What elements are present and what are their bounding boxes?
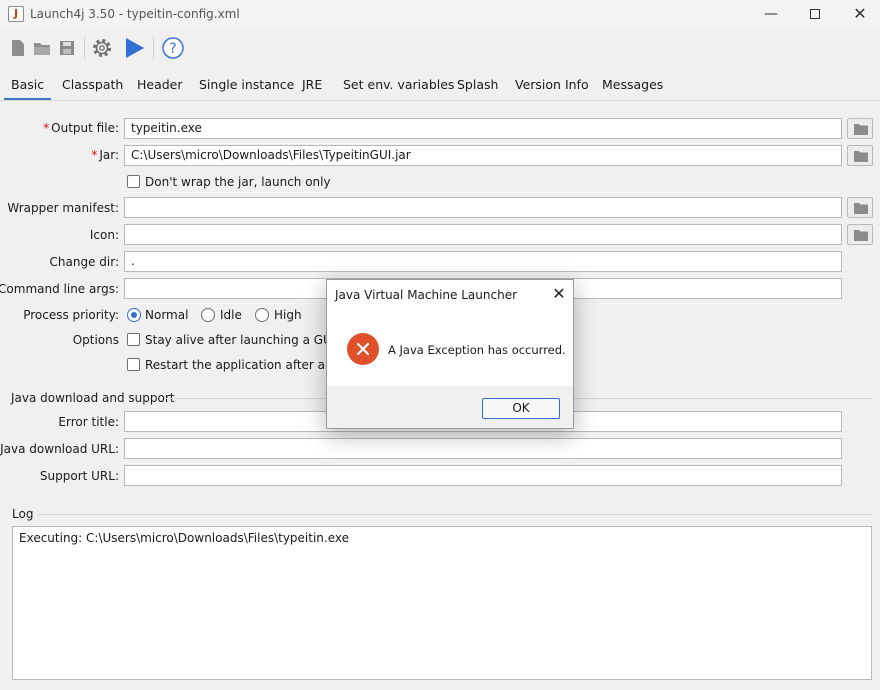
wrapper-manifest-label: Wrapper manifest: [7, 201, 119, 215]
tab-bar: Basic Classpath Header Single instance J… [0, 72, 880, 100]
help-icon[interactable]: ? [161, 36, 185, 60]
tab-jre[interactable]: JRE [302, 72, 322, 100]
error-icon [347, 333, 379, 365]
restart-on-crash-checkbox[interactable] [127, 358, 140, 371]
java-download-section-title: Java download and support [11, 391, 175, 405]
save-icon[interactable] [55, 36, 79, 60]
tab-basic[interactable]: Basic [4, 72, 52, 100]
folder-icon [854, 151, 868, 162]
output-file-label: * Output file: [43, 121, 119, 135]
wrapper-manifest-browse-button[interactable] [847, 197, 873, 218]
java-download-url-input[interactable] [124, 438, 842, 459]
jar-label: * Jar: [91, 148, 119, 162]
title-bar: J Launch4j 3.50 - typeitin-config.xml — … [0, 0, 880, 30]
maximize-icon [810, 9, 820, 19]
tab-version-info[interactable]: Version Info [515, 72, 589, 100]
icon-label: Icon: [89, 228, 119, 242]
priority-normal-radio[interactable] [127, 308, 141, 322]
tab-splash[interactable]: Splash [457, 72, 498, 100]
options-label: Options [72, 333, 119, 347]
dont-wrap-label: Don't wrap the jar, launch only [145, 175, 331, 189]
change-dir-label: Change dir: [49, 255, 119, 269]
log-text: Executing: C:\Users\micro\Downloads\File… [19, 531, 350, 545]
tab-header[interactable]: Header [137, 72, 183, 100]
stay-alive-checkbox[interactable] [127, 333, 140, 346]
folder-icon [854, 124, 868, 135]
jar-browse-button[interactable] [847, 145, 873, 166]
support-url-input[interactable] [124, 465, 842, 486]
tab-single-instance[interactable]: Single instance [199, 72, 294, 100]
change-dir-input[interactable]: . [124, 251, 842, 272]
error-dialog: Java Virtual Machine Launcher ✕ A Java E… [326, 279, 574, 429]
priority-idle-label: Idle [220, 308, 242, 322]
priority-high-label: High [274, 308, 302, 322]
close-window-button[interactable]: ✕ [837, 0, 880, 30]
dialog-title: Java Virtual Machine Launcher [335, 288, 518, 302]
process-priority-label: Process priority: [23, 308, 119, 322]
error-title-label: Error title: [58, 415, 119, 429]
command-line-args-label: Command line args: [0, 282, 119, 296]
wrapper-manifest-input[interactable] [124, 197, 842, 218]
log-section-title: Log [12, 507, 34, 521]
tab-classpath[interactable]: Classpath [62, 72, 123, 100]
ok-button[interactable]: OK [482, 398, 560, 419]
dialog-close-button[interactable]: ✕ [549, 284, 569, 304]
open-folder-icon[interactable] [30, 36, 54, 60]
play-icon[interactable] [122, 36, 146, 60]
output-file-browse-button[interactable] [847, 118, 873, 139]
log-textarea[interactable]: Executing: C:\Users\micro\Downloads\File… [12, 526, 872, 680]
svg-text:?: ? [169, 41, 176, 57]
gear-icon[interactable] [90, 36, 114, 60]
folder-icon [854, 230, 868, 241]
priority-normal-label: Normal [145, 308, 189, 322]
jar-input[interactable]: C:\Users\micro\Downloads\Files\TypeitinG… [124, 145, 842, 166]
toolbar-separator [153, 37, 154, 59]
support-url-label: Support URL: [39, 469, 119, 483]
toolbar-separator [84, 37, 85, 59]
new-file-icon[interactable] [6, 36, 30, 60]
dialog-footer: OK [327, 386, 573, 428]
java-app-icon: J [8, 6, 24, 22]
dont-wrap-checkbox[interactable] [127, 175, 140, 188]
dialog-message: A Java Exception has occurred. [388, 343, 566, 357]
maximize-button[interactable] [792, 0, 838, 30]
section-divider [38, 514, 872, 515]
folder-icon [854, 203, 868, 214]
icon-browse-button[interactable] [847, 224, 873, 245]
icon-input[interactable] [124, 224, 842, 245]
tab-divider [0, 100, 880, 101]
output-file-input[interactable]: typeitin.exe [124, 118, 842, 139]
window-title: Launch4j 3.50 - typeitin-config.xml [30, 7, 240, 21]
tab-set-env-variables[interactable]: Set env. variables [343, 72, 454, 100]
priority-high-radio[interactable] [255, 308, 269, 322]
minimize-button[interactable]: — [748, 0, 794, 30]
priority-idle-radio[interactable] [201, 308, 215, 322]
toolbar: ? [0, 30, 880, 66]
java-download-url-label: Java download URL: [0, 442, 119, 456]
tab-messages[interactable]: Messages [602, 72, 663, 100]
